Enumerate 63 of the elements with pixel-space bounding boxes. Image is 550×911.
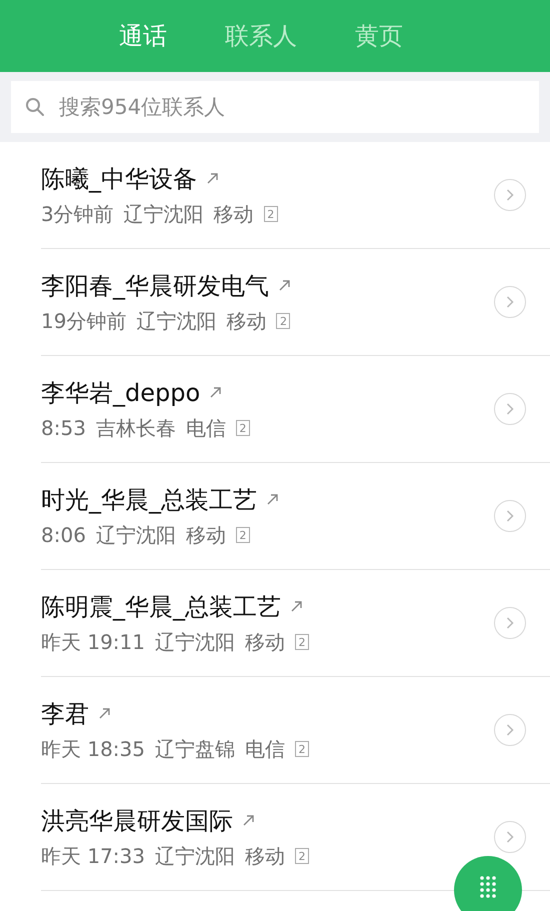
call-location: 辽宁沈阳	[155, 842, 235, 870]
sim-indicator: 2	[276, 313, 290, 329]
carrier: 移动	[245, 628, 285, 656]
chevron-right-icon	[506, 617, 514, 629]
details-button[interactable]	[494, 821, 526, 853]
outgoing-arrow-icon	[279, 280, 290, 291]
sim-indicator: 2	[236, 420, 250, 436]
sim-indicator: 2	[295, 741, 309, 757]
details-button[interactable]	[494, 714, 526, 746]
sim-indicator: 2	[236, 527, 250, 543]
call-time: 3分钟前	[41, 200, 114, 228]
call-time: 19分钟前	[41, 308, 126, 334]
tab[interactable]: 联系人	[225, 20, 297, 52]
search-icon	[25, 97, 45, 117]
tab[interactable]: 黄页	[355, 20, 403, 52]
outgoing-arrow-icon	[267, 494, 278, 505]
carrier: 移动	[245, 842, 285, 870]
sim-indicator: 2	[264, 206, 278, 222]
chevron-right-icon	[506, 724, 514, 736]
contact-name: 时光_华晨_总装工艺	[41, 484, 257, 516]
dialpad-button[interactable]	[454, 856, 522, 911]
details-button[interactable]	[494, 179, 526, 211]
sim-indicator: 2	[295, 634, 309, 650]
outgoing-arrow-icon	[99, 708, 110, 719]
call-time: 8:53	[41, 416, 86, 440]
call-time: 昨天 18:35	[41, 736, 145, 762]
contact-name: 陈曦_中华设备	[41, 164, 197, 194]
contact-name: 李华岩_deppo	[41, 378, 200, 408]
carrier: 移动	[214, 200, 254, 228]
chevron-right-icon	[506, 403, 514, 415]
dialpad-icon	[480, 876, 496, 898]
call-time: 昨天 17:33	[41, 842, 145, 870]
outgoing-arrow-icon	[243, 815, 254, 826]
carrier: 移动	[226, 308, 266, 334]
call-time: 8:06	[41, 523, 86, 547]
sim-indicator: 2	[295, 848, 309, 864]
outgoing-arrow-icon	[207, 173, 218, 184]
call-location: 辽宁沈阳	[96, 522, 176, 548]
search-field[interactable]: 搜索954位联系人	[11, 81, 539, 133]
outgoing-arrow-icon	[291, 601, 302, 612]
contact-name: 李阳春_华晨研发电气	[41, 270, 269, 302]
call-location: 辽宁沈阳	[136, 308, 216, 334]
call-location: 辽宁沈阳	[124, 200, 204, 228]
call-location: 辽宁沈阳	[155, 628, 235, 656]
call-time: 昨天 19:11	[41, 628, 145, 656]
call-location: 吉林长春	[96, 414, 176, 442]
carrier: 电信	[245, 736, 285, 762]
outgoing-arrow-icon	[210, 387, 222, 398]
details-button[interactable]	[494, 393, 526, 425]
chevron-right-icon	[506, 510, 514, 522]
chevron-right-icon	[506, 189, 514, 201]
call-location: 辽宁盘锦	[155, 736, 235, 762]
details-button[interactable]	[494, 607, 526, 639]
carrier: 移动	[186, 522, 226, 548]
details-button[interactable]	[494, 286, 526, 318]
chevron-right-icon	[506, 831, 514, 843]
details-button[interactable]	[494, 500, 526, 532]
contact-name: 李君	[41, 698, 89, 730]
chevron-right-icon	[506, 296, 514, 308]
tab[interactable]: 通话	[119, 20, 167, 52]
carrier: 电信	[186, 414, 226, 442]
contact-name: 陈明震_华晨_总装工艺	[41, 592, 281, 622]
contact-name: 洪亮华晨研发国际	[41, 806, 233, 836]
